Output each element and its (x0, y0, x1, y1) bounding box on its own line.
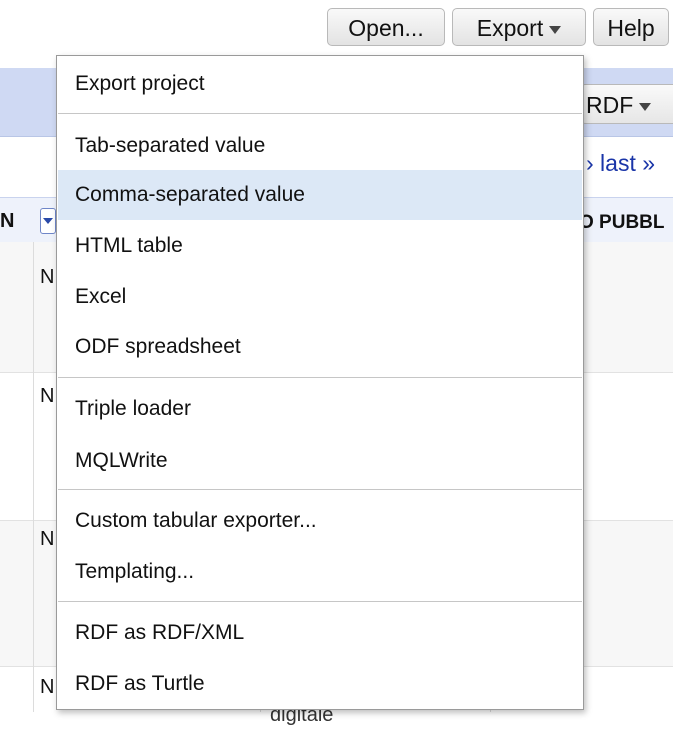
menu-item-comma-separated[interactable]: Comma-separated value (58, 170, 582, 220)
menu-separator (58, 601, 582, 602)
cell-value: N (40, 676, 55, 698)
menu-item-excel[interactable]: Excel (58, 272, 582, 322)
menu-separator (58, 377, 582, 378)
menu-separator (58, 113, 582, 114)
export-button-label: Export (476, 15, 544, 41)
export-button[interactable]: Export (452, 8, 586, 46)
menu-item-custom-tabular-exporter[interactable]: Custom tabular exporter... (58, 496, 582, 546)
menu-separator (58, 489, 582, 490)
menu-item-rdf-turtle[interactable]: RDF as Turtle (58, 659, 582, 709)
cell-value: N (40, 385, 55, 407)
open-button-label: Open... (348, 15, 424, 41)
help-button[interactable]: Help (593, 8, 669, 46)
menu-item-triple-loader[interactable]: Triple loader (58, 384, 582, 434)
rdf-button[interactable]: RDF (580, 84, 673, 124)
menu-item-export-project[interactable]: Export project (58, 59, 582, 109)
menu-item-html-table[interactable]: HTML table (58, 221, 582, 271)
help-button-label: Help (607, 15, 655, 41)
chevron-down-icon (549, 25, 562, 34)
cell-value: N (40, 528, 55, 550)
pager-last-link[interactable]: › last » (586, 150, 655, 177)
menu-item-mqlwrite[interactable]: MQLWrite (58, 436, 582, 486)
rdf-button-label: RDF (586, 92, 634, 118)
column-header-left: N (0, 210, 15, 232)
column-divider (33, 242, 34, 712)
menu-item-tab-separated[interactable]: Tab-separated value (58, 121, 582, 171)
menu-item-rdf-xml[interactable]: RDF as RDF/XML (58, 608, 582, 658)
menu-item-odf-spreadsheet[interactable]: ODF spreadsheet (58, 322, 582, 372)
column-header-right: O PUBBL (579, 212, 665, 233)
chevron-down-icon (639, 102, 652, 111)
export-dropdown-menu: Export project Tab-separated value Comma… (56, 55, 584, 710)
menu-item-templating[interactable]: Templating... (58, 547, 582, 597)
column-menu-icon[interactable] (40, 208, 56, 234)
open-button[interactable]: Open... (327, 8, 445, 46)
cell-value: N (40, 266, 55, 288)
